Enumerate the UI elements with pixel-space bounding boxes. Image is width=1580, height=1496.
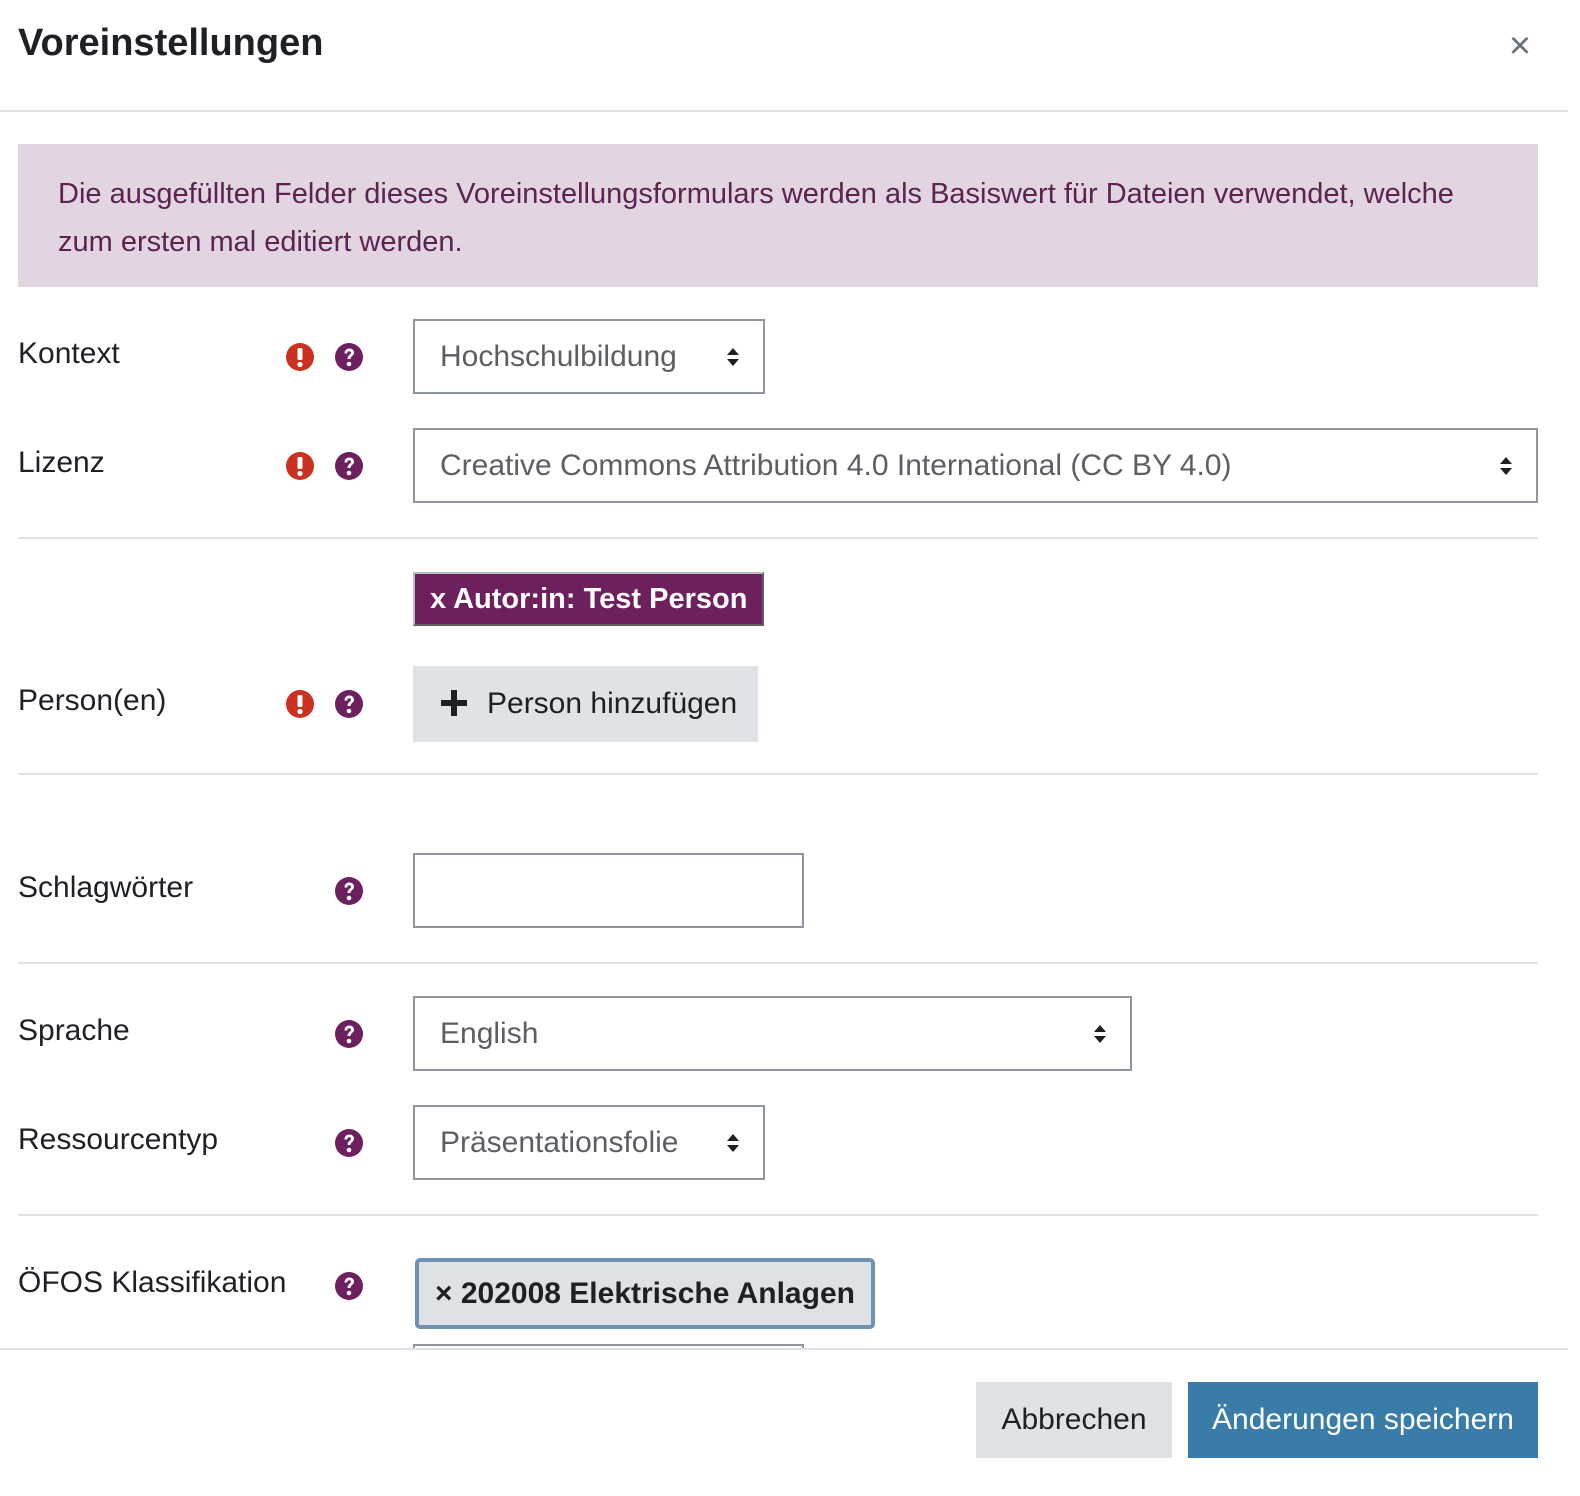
kontext-select-value: Hochschulbildung bbox=[440, 340, 677, 373]
add-person-label: Person hinzufügen bbox=[487, 687, 738, 720]
help-icon[interactable] bbox=[335, 1020, 363, 1048]
required-icon bbox=[286, 452, 314, 480]
kontext-label: Kontext bbox=[18, 337, 120, 370]
select-caret-icon bbox=[1500, 457, 1512, 475]
sprache-label: Sprache bbox=[18, 1014, 130, 1047]
required-icon bbox=[286, 690, 314, 718]
save-button[interactable]: Änderungen speichern bbox=[1188, 1382, 1538, 1458]
info-alert: Die ausgefüllten Felder dieses Voreinste… bbox=[18, 144, 1538, 287]
help-icon[interactable] bbox=[335, 1272, 363, 1300]
ressourcentyp-select[interactable]: Präsentationsfolie bbox=[413, 1105, 765, 1180]
help-icon[interactable] bbox=[335, 690, 363, 718]
close-icon[interactable]: × bbox=[1502, 26, 1538, 66]
person-tag[interactable]: x Autor:in: Test Person bbox=[413, 572, 765, 626]
sprache-select[interactable]: English bbox=[413, 996, 1132, 1071]
select-caret-icon bbox=[727, 348, 739, 366]
ressourcentyp-label: Ressourcentyp bbox=[18, 1123, 219, 1156]
divider bbox=[18, 537, 1538, 539]
help-icon[interactable] bbox=[335, 1129, 363, 1157]
ressourcentyp-select-value: Präsentationsfolie bbox=[440, 1126, 679, 1159]
help-icon[interactable] bbox=[335, 877, 363, 905]
required-icon bbox=[286, 343, 314, 371]
select-caret-icon bbox=[1094, 1025, 1106, 1043]
select-caret-icon bbox=[727, 1134, 739, 1152]
oefos-label: ÖFOS Klassifikation bbox=[18, 1266, 287, 1299]
divider bbox=[18, 773, 1538, 775]
help-icon[interactable] bbox=[335, 343, 363, 371]
lizenz-label: Lizenz bbox=[18, 446, 105, 479]
lizenz-select[interactable]: Creative Commons Attribution 4.0 Interna… bbox=[413, 428, 1538, 503]
oefos-tag[interactable]: × 202008 Elektrische Anlagen bbox=[415, 1258, 875, 1329]
modal-title: Voreinstellungen bbox=[18, 22, 324, 64]
add-person-button[interactable]: Person hinzufügen bbox=[413, 666, 758, 742]
divider bbox=[18, 1214, 1538, 1216]
plus-icon bbox=[441, 690, 467, 716]
lizenz-select-value: Creative Commons Attribution 4.0 Interna… bbox=[440, 449, 1232, 482]
sprache-select-value: English bbox=[440, 1017, 539, 1050]
divider bbox=[18, 962, 1538, 964]
personen-label: Person(en) bbox=[18, 684, 167, 717]
kontext-select[interactable]: Hochschulbildung bbox=[413, 319, 765, 394]
help-icon[interactable] bbox=[335, 452, 363, 480]
schlagwoerter-label: Schlagwörter bbox=[18, 871, 194, 904]
schlagwoerter-input[interactable] bbox=[413, 853, 804, 928]
modal-header: Voreinstellungen × bbox=[0, 0, 1568, 112]
cancel-button[interactable]: Abbrechen bbox=[976, 1382, 1172, 1458]
